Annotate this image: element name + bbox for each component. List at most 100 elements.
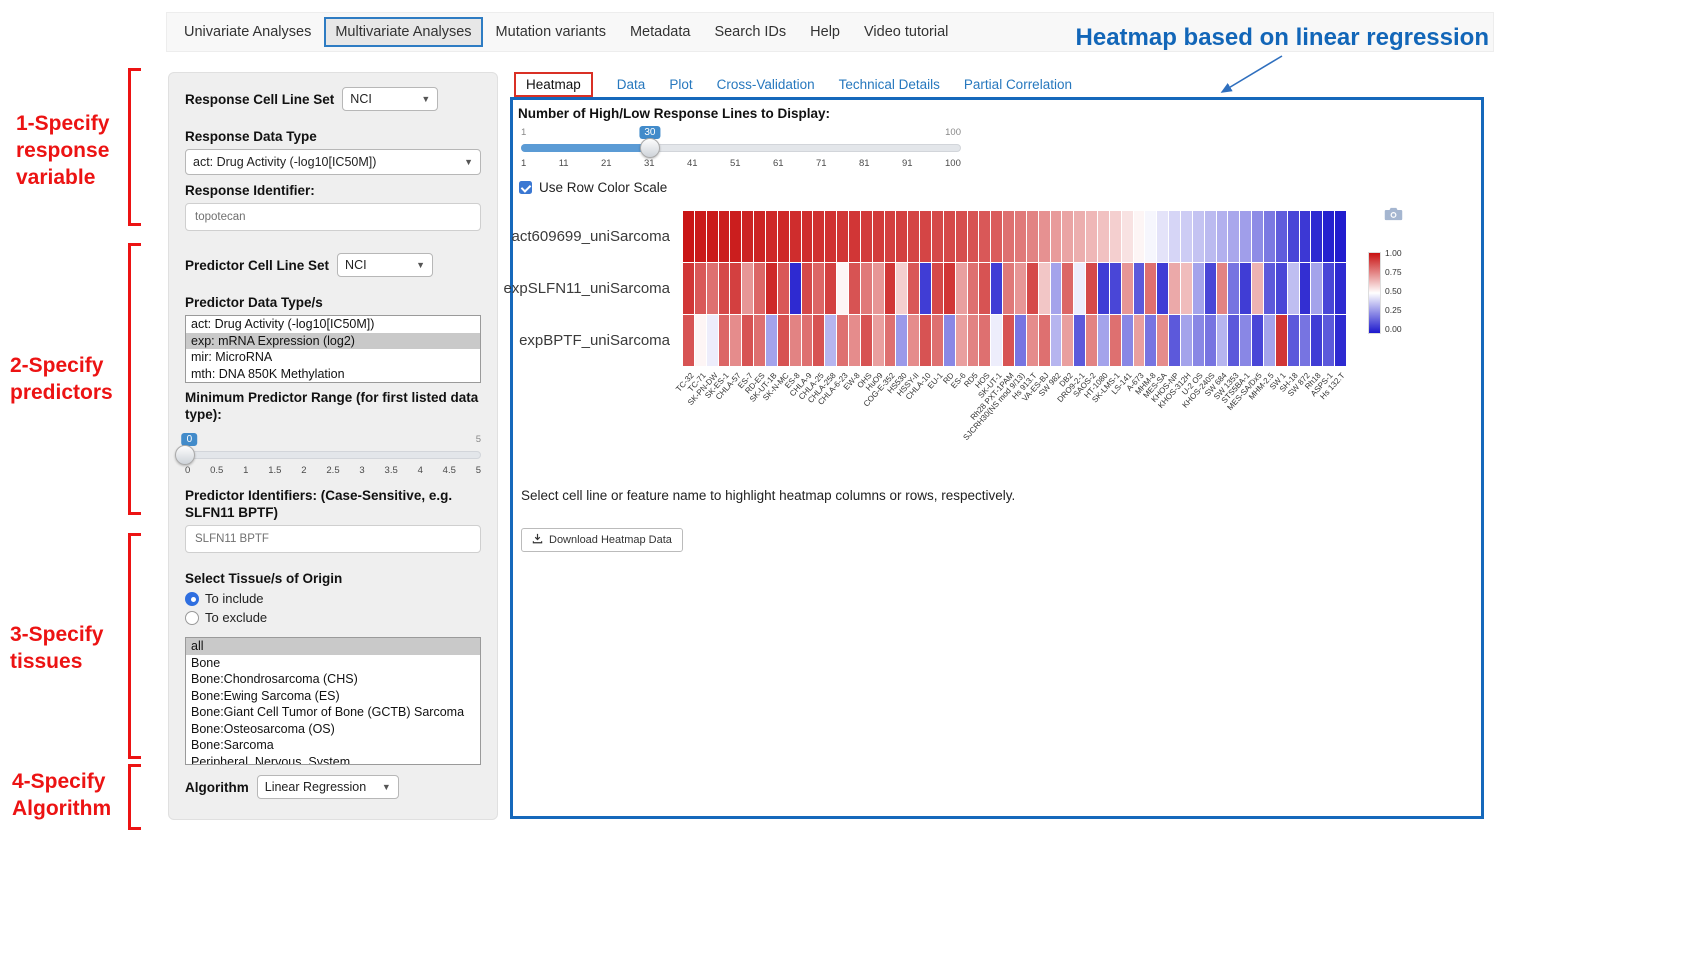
predictor-type-option[interactable]: exp: mRNA Expression (log2) — [186, 333, 480, 350]
heatmap-cell[interactable] — [1240, 263, 1251, 314]
heatmap-cell[interactable] — [730, 263, 741, 314]
heatmap-cell[interactable] — [861, 263, 872, 314]
heatmap-cell[interactable] — [1074, 315, 1085, 366]
heatmap-cell[interactable] — [932, 263, 943, 314]
heatmap-cell[interactable] — [1157, 315, 1168, 366]
heatmap-row-label[interactable]: expBPTF_uniSarcoma — [513, 315, 677, 366]
heatmap-cell[interactable] — [730, 211, 741, 262]
heatmap-cell[interactable] — [778, 315, 789, 366]
heatmap-cell[interactable] — [1015, 315, 1026, 366]
heatmap-cell[interactable] — [1086, 211, 1097, 262]
heatmap-cell[interactable] — [1300, 211, 1311, 262]
tissue-option[interactable]: Bone — [186, 655, 480, 672]
heatmap-cell[interactable] — [742, 315, 753, 366]
heatmap-cell[interactable] — [754, 263, 765, 314]
heatmap-cell[interactable] — [683, 211, 694, 262]
heatmap-cell[interactable] — [1110, 263, 1121, 314]
heatmap-cell[interactable] — [1193, 315, 1204, 366]
tab-technical-details[interactable]: Technical Details — [839, 77, 940, 92]
heatmap-cell[interactable] — [1181, 315, 1192, 366]
heatmap-cell[interactable] — [908, 211, 919, 262]
tissue-option[interactable]: Bone:Osteosarcoma (OS) — [186, 721, 480, 738]
nav-tab-video-tutorial[interactable]: Video tutorial — [853, 17, 959, 47]
predictor-type-option[interactable]: mth: DNA 850K Methylation — [186, 366, 480, 383]
heatmap-cell[interactable] — [695, 211, 706, 262]
nav-tab-multivariate-analyses[interactable]: Multivariate Analyses — [324, 17, 482, 47]
heatmap-cell[interactable] — [873, 315, 884, 366]
tissue-option[interactable]: Bone:Ewing Sarcoma (ES) — [186, 688, 480, 705]
heatmap-cell[interactable] — [979, 211, 990, 262]
heatmap-cell[interactable] — [1122, 211, 1133, 262]
heatmap-cell[interactable] — [1228, 211, 1239, 262]
heatmap-cell[interactable] — [1276, 211, 1287, 262]
tissue-option[interactable]: Peripheral_Nervous_System — [186, 754, 480, 766]
predictor-type-option[interactable]: act: Drug Activity (-log10[IC50M]) — [186, 316, 480, 333]
heatmap-cell[interactable] — [1335, 263, 1346, 314]
heatmap-cell[interactable] — [991, 211, 1002, 262]
heatmap-cell[interactable] — [1300, 315, 1311, 366]
heatmap-cell[interactable] — [778, 211, 789, 262]
download-heatmap-button[interactable]: Download Heatmap Data — [521, 528, 683, 552]
heatmap-cell[interactable] — [825, 315, 836, 366]
heatmap-cell[interactable] — [1205, 263, 1216, 314]
heatmap-cell[interactable] — [837, 263, 848, 314]
heatmap-cell[interactable] — [1276, 315, 1287, 366]
heatmap-cell[interactable] — [1228, 263, 1239, 314]
heatmap-cell[interactable] — [1157, 211, 1168, 262]
heatmap-cell[interactable] — [968, 263, 979, 314]
heatmap-cell[interactable] — [1323, 263, 1334, 314]
heatmap-cell[interactable] — [707, 315, 718, 366]
heatmap-cell[interactable] — [695, 263, 706, 314]
heatmap-cell[interactable] — [1074, 263, 1085, 314]
heatmap-cell[interactable] — [956, 315, 967, 366]
heatmap-cell[interactable] — [1335, 211, 1346, 262]
heatmap-cell[interactable] — [873, 263, 884, 314]
heatmap-cell[interactable] — [1252, 315, 1263, 366]
tab-cross-validation[interactable]: Cross-Validation — [717, 77, 815, 92]
heatmap-cell[interactable] — [1181, 263, 1192, 314]
predictor-identifiers-input[interactable]: SLFN11 BPTF — [185, 525, 481, 553]
heatmap-row-label[interactable]: expSLFN11_uniSarcoma — [513, 263, 677, 314]
heatmap-cell[interactable] — [873, 211, 884, 262]
heatmap-cell[interactable] — [1288, 211, 1299, 262]
heatmap-cell[interactable] — [825, 263, 836, 314]
heatmap-cell[interactable] — [1323, 315, 1334, 366]
heatmap-cell[interactable] — [885, 315, 896, 366]
heatmap-cell[interactable] — [1003, 211, 1014, 262]
predictor-type-option[interactable]: mir: MicroRNA — [186, 349, 480, 366]
heatmap-cell[interactable] — [1288, 315, 1299, 366]
heatmap-cell[interactable] — [707, 211, 718, 262]
heatmap-cell[interactable] — [1062, 211, 1073, 262]
heatmap-cell[interactable] — [885, 263, 896, 314]
heatmap-cell[interactable] — [1051, 211, 1062, 262]
camera-icon[interactable] — [1384, 207, 1403, 226]
heatmap-cell[interactable] — [956, 211, 967, 262]
heatmap-cell[interactable] — [790, 315, 801, 366]
heatmap-cell[interactable] — [1098, 315, 1109, 366]
heatmap-cell[interactable] — [1051, 263, 1062, 314]
heatmap-cell[interactable] — [920, 263, 931, 314]
range-slider-handle[interactable] — [175, 445, 195, 465]
nav-tab-mutation-variants[interactable]: Mutation variants — [485, 17, 617, 47]
predictor-cell-line-set-select[interactable]: NCI ▼ — [337, 253, 433, 277]
heatmap-cell[interactable] — [1062, 263, 1073, 314]
heatmap-cell[interactable] — [1039, 211, 1050, 262]
heatmap-cell[interactable] — [1086, 315, 1097, 366]
heatmap-cell[interactable] — [719, 211, 730, 262]
heatmap-cell[interactable] — [683, 263, 694, 314]
response-data-type-select[interactable]: act: Drug Activity (-log10[IC50M]) ▼ — [185, 149, 481, 175]
range-slider-track[interactable] — [185, 451, 481, 459]
heatmap-cell[interactable] — [908, 263, 919, 314]
heatmap-cell[interactable] — [1098, 263, 1109, 314]
heatmap-cell[interactable] — [1252, 263, 1263, 314]
heatmap-cell[interactable] — [979, 315, 990, 366]
heatmap-cell[interactable] — [1003, 263, 1014, 314]
lines-slider-handle[interactable] — [640, 138, 660, 158]
heatmap-cell[interactable] — [849, 211, 860, 262]
heatmap-cell[interactable] — [1145, 263, 1156, 314]
heatmap-cell[interactable] — [979, 263, 990, 314]
heatmap-cell[interactable] — [754, 315, 765, 366]
heatmap-cell[interactable] — [968, 315, 979, 366]
heatmap-cell[interactable] — [1062, 315, 1073, 366]
heatmap-cell[interactable] — [861, 211, 872, 262]
